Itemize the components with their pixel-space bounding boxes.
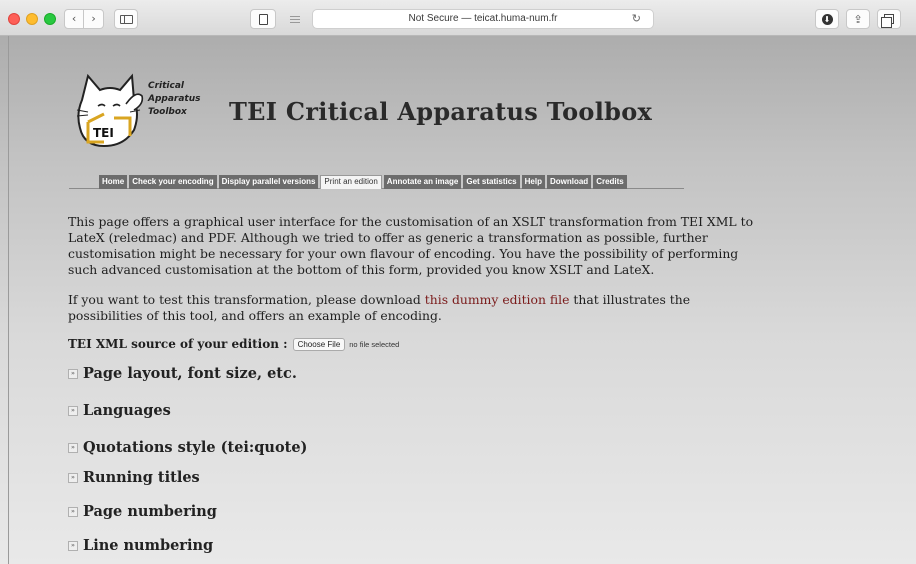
logo-line-apparatus: Apparatus xyxy=(148,94,201,104)
page-viewport: TEI Critical Apparatus Toolbox TEI Criti… xyxy=(0,36,916,564)
upload-row: TEI XML source of your edition : Choose … xyxy=(68,337,399,351)
expand-icon: » xyxy=(68,540,78,551)
file-status: no file selected xyxy=(349,339,400,349)
test-paragraph: If you want to test this transformation,… xyxy=(68,292,758,324)
expand-icon: » xyxy=(68,442,78,453)
logo-wordmark: Critical Apparatus Toolbox xyxy=(148,80,201,119)
section-title: Quotations style (tei:quote) xyxy=(83,439,308,456)
svg-text:TEI: TEI xyxy=(93,126,114,140)
menu-item-help[interactable]: Help xyxy=(521,175,545,189)
menu-item-annotate-image[interactable]: Annotate an image xyxy=(383,175,462,189)
sidebar-button[interactable] xyxy=(114,9,138,29)
page-icon xyxy=(258,13,268,25)
menu-item-check-encoding[interactable]: Check your encoding xyxy=(129,175,217,189)
reader-icon xyxy=(290,15,300,17)
share-button[interactable]: ⇪ xyxy=(846,9,870,29)
section-page-layout[interactable]: » Page layout, font size, etc. xyxy=(68,365,297,382)
section-title: Running titles xyxy=(83,469,200,486)
reader-button[interactable] xyxy=(284,12,306,26)
upload-label: TEI XML source of your edition : xyxy=(68,337,288,351)
downloads-button[interactable]: ⬇ xyxy=(815,9,839,29)
dummy-edition-link[interactable]: this dummy edition file xyxy=(425,292,570,307)
share-icon: ⇪ xyxy=(853,12,863,26)
sidebar-icon xyxy=(119,14,133,24)
logo-line-toolbox: Toolbox xyxy=(148,107,187,117)
site-logo[interactable]: TEI Critical Apparatus Toolbox xyxy=(74,70,224,150)
section-title: Line numbering xyxy=(83,537,214,554)
section-title: Page layout, font size, etc. xyxy=(83,365,297,382)
browser-toolbar: ‹ › Not Secure — teicat.huma-num.fr ↻ ⬇ … xyxy=(0,0,916,36)
address-bar[interactable]: Not Secure — teicat.huma-num.fr ↻ xyxy=(312,9,654,29)
expand-icon: » xyxy=(68,405,78,416)
menu-item-download[interactable]: Download xyxy=(546,175,592,189)
history-nav: ‹ › xyxy=(64,9,104,29)
zoom-window-button[interactable] xyxy=(44,13,56,25)
show-tabs-button[interactable] xyxy=(877,9,901,29)
section-page-numbering[interactable]: » Page numbering xyxy=(68,503,217,520)
menu-item-statistics[interactable]: Get statistics xyxy=(463,175,520,189)
menu-item-credits[interactable]: Credits xyxy=(593,175,627,189)
expand-icon: » xyxy=(68,506,78,517)
expand-icon: » xyxy=(68,472,78,483)
page-button[interactable] xyxy=(250,9,276,29)
section-running-titles[interactable]: » Running titles xyxy=(68,469,200,486)
main-menu: Home Check your encoding Display paralle… xyxy=(99,175,627,189)
minimize-window-button[interactable] xyxy=(26,13,38,25)
close-window-button[interactable] xyxy=(8,13,20,25)
forward-icon[interactable]: › xyxy=(84,10,103,28)
reload-icon[interactable]: ↻ xyxy=(632,10,641,28)
logo-line-critical: Critical xyxy=(148,81,185,91)
test-text-before: If you want to test this transformation,… xyxy=(68,292,425,307)
section-languages[interactable]: » Languages xyxy=(68,402,171,419)
menu-item-home[interactable]: Home xyxy=(99,175,128,189)
section-quotations[interactable]: » Quotations style (tei:quote) xyxy=(68,439,307,456)
choose-file-button[interactable]: Choose File xyxy=(292,337,346,351)
section-title: Languages xyxy=(83,402,171,419)
section-title: Page numbering xyxy=(83,503,217,520)
url-text: Not Secure — teicat.huma-num.fr xyxy=(408,13,558,24)
page-divider xyxy=(8,36,9,564)
expand-icon: » xyxy=(68,368,78,379)
back-icon[interactable]: ‹ xyxy=(65,10,85,28)
site-title: TEI Critical Apparatus Toolbox xyxy=(229,97,653,126)
menu-item-print-edition[interactable]: Print an edition xyxy=(320,175,382,189)
download-icon: ⬇ xyxy=(821,13,833,25)
tabs-icon xyxy=(881,14,894,28)
menu-item-parallel-versions[interactable]: Display parallel versions xyxy=(218,175,319,189)
intro-paragraph: This page offers a graphical user interf… xyxy=(68,214,754,277)
section-line-numbering[interactable]: » Line numbering xyxy=(68,537,213,554)
